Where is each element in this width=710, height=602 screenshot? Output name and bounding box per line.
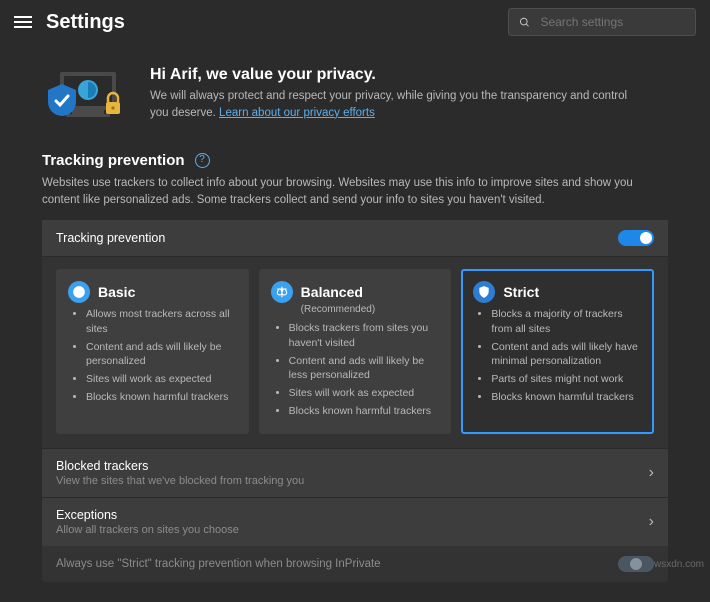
level-bullets: Allows most trackers across all sites Con… bbox=[68, 307, 237, 404]
section-header: Tracking prevention ? bbox=[42, 152, 668, 169]
chevron-right-icon: › bbox=[649, 513, 654, 531]
hero-text: Hi Arif, we value your privacy. We will … bbox=[150, 66, 630, 121]
strict-level-icon bbox=[473, 281, 495, 303]
section-description: Websites use trackers to collect info ab… bbox=[42, 175, 662, 208]
level-title: Strict bbox=[503, 284, 539, 300]
inprivate-toggle[interactable] bbox=[618, 556, 654, 572]
search-box[interactable] bbox=[508, 8, 696, 36]
level-title: Balanced bbox=[301, 284, 363, 300]
level-bullet: Blocks known harmful trackers bbox=[491, 390, 642, 404]
content: Hi Arif, we value your privacy. We will … bbox=[0, 44, 710, 602]
exceptions-row[interactable]: Exceptions Allow all trackers on sites yo… bbox=[42, 498, 668, 546]
basic-level-icon bbox=[68, 281, 90, 303]
tracking-toggle-label: Tracking prevention bbox=[56, 231, 165, 245]
row-sub: Allow all trackers on sites you choose bbox=[56, 524, 239, 536]
level-bullet: Sites will work as expected bbox=[86, 372, 237, 386]
level-title: Basic bbox=[98, 284, 135, 300]
header: Settings bbox=[0, 0, 710, 44]
level-bullet: Content and ads will likely be less pers… bbox=[289, 354, 440, 382]
chevron-right-icon: › bbox=[649, 464, 654, 482]
help-icon[interactable]: ? bbox=[195, 153, 210, 168]
level-bullet: Sites will work as expected bbox=[289, 386, 440, 400]
hero-heading: Hi Arif, we value your privacy. bbox=[150, 66, 630, 84]
tracking-level-card-balanced[interactable]: Balanced (Recommended) Blocks trackers fro… bbox=[259, 269, 452, 434]
inprivate-label: Always use "Strict" tracking prevention … bbox=[56, 558, 381, 570]
menu-icon[interactable] bbox=[14, 13, 32, 31]
tracking-level-card-basic[interactable]: Basic Allows most trackers across all sit… bbox=[56, 269, 249, 434]
level-bullet: Blocks trackers from sites you haven't v… bbox=[289, 321, 440, 349]
blocked-trackers-row[interactable]: Blocked trackers View the sites that we'v… bbox=[42, 449, 668, 498]
privacy-hero-icon bbox=[42, 66, 132, 126]
level-bullet: Blocks known harmful trackers bbox=[289, 404, 440, 418]
tracking-toggle[interactable] bbox=[618, 230, 654, 246]
tracking-toggle-row: Tracking prevention bbox=[42, 220, 668, 257]
inprivate-row: Always use "Strict" tracking prevention … bbox=[42, 546, 668, 582]
privacy-learn-link[interactable]: Learn about our privacy efforts bbox=[219, 107, 375, 119]
level-bullets: Blocks a majority of trackers from all s… bbox=[473, 307, 642, 404]
level-bullets: Blocks trackers from sites you haven't v… bbox=[271, 321, 440, 418]
watermark: wsxdn.com bbox=[654, 559, 704, 570]
privacy-hero: Hi Arif, we value your privacy. We will … bbox=[42, 44, 668, 146]
row-label: Blocked trackers bbox=[56, 459, 304, 473]
level-bullet: Blocks known harmful trackers bbox=[86, 390, 237, 404]
level-bullet: Blocks a majority of trackers from all s… bbox=[491, 307, 642, 335]
search-input[interactable] bbox=[538, 14, 685, 30]
row-label: Exceptions bbox=[56, 508, 239, 522]
level-bullet: Parts of sites might not work bbox=[491, 372, 642, 386]
tracking-panel: Tracking prevention Basic Allows most tra… bbox=[42, 220, 668, 582]
row-sub: View the sites that we've blocked from t… bbox=[56, 475, 304, 487]
balanced-level-icon bbox=[271, 281, 293, 303]
level-subtitle: (Recommended) bbox=[301, 304, 440, 315]
level-bullet: Allows most trackers across all sites bbox=[86, 307, 237, 335]
search-icon bbox=[519, 16, 530, 29]
page-title: Settings bbox=[46, 11, 125, 34]
tracking-level-cards: Basic Allows most trackers across all sit… bbox=[42, 257, 668, 449]
level-bullet: Content and ads will likely be personali… bbox=[86, 340, 237, 368]
tracking-level-card-strict[interactable]: Strict Blocks a majority of trackers from… bbox=[461, 269, 654, 434]
section-title: Tracking prevention bbox=[42, 152, 185, 169]
hero-body: We will always protect and respect your … bbox=[150, 88, 630, 121]
level-bullet: Content and ads will likely have minimal… bbox=[491, 340, 642, 368]
